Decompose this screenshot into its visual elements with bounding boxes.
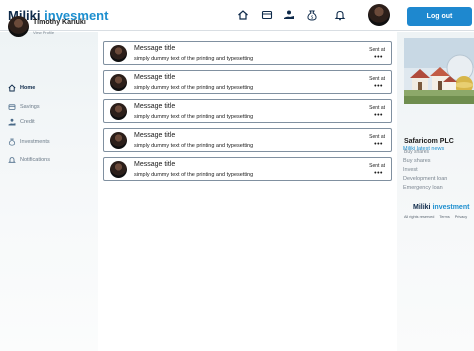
message-sent-at: Sent at [369, 134, 385, 140]
message-body: simply dummy text of the printing and ty… [134, 114, 254, 120]
message-sent-at: Sent at [369, 47, 385, 53]
message-title: Message title [134, 161, 176, 168]
sender-avatar [110, 161, 127, 178]
promo-title[interactable]: Safaricom PLC [404, 138, 454, 145]
more-options-icon[interactable]: ••• [374, 83, 383, 90]
savings-icon [8, 103, 16, 111]
more-options-icon[interactable]: ••• [374, 170, 383, 177]
notifications-icon [8, 156, 16, 164]
sidebar-item-label: Savings [20, 104, 40, 110]
money-bag-icon[interactable]: $ [306, 9, 318, 21]
investments-icon [8, 138, 16, 146]
sidebar-item-label: Home [20, 85, 36, 91]
message-card[interactable]: Message title simply dummy text of the p… [103, 128, 392, 152]
message-card[interactable]: Message title simply dummy text of the p… [103, 41, 392, 65]
more-options-icon[interactable]: ••• [374, 112, 383, 119]
message-sent-at: Sent at [369, 105, 385, 111]
message-body: simply dummy text of the printing and ty… [134, 143, 254, 149]
more-options-icon[interactable]: ••• [374, 141, 383, 148]
footer-logo-word-2: investment [432, 204, 470, 211]
sidebar-item-investments[interactable]: Investments [8, 137, 50, 147]
footer-links: All rights reserved Terms Privacy [404, 215, 467, 219]
profile-name: Timothy Kariuki [33, 19, 86, 26]
message-card[interactable]: Message title simply dummy text of the p… [103, 99, 392, 123]
news-heading-text: Miliki latest news [403, 146, 445, 152]
wallet-icon[interactable] [261, 9, 273, 21]
message-title: Message title [134, 74, 176, 81]
sidebar-item-notifications[interactable]: Notifications [8, 155, 50, 165]
news-item[interactable]: Emergency loan [403, 185, 443, 191]
message-title: Message title [134, 132, 176, 139]
sender-avatar [110, 74, 127, 91]
message-card[interactable]: Message title simply dummy text of the p… [103, 157, 392, 181]
view-profile-link[interactable]: View Profile [33, 30, 54, 35]
promo-image[interactable] [404, 38, 474, 104]
logout-button[interactable]: Log out [407, 7, 472, 26]
sidebar-item-label: Credit [20, 119, 35, 125]
user-avatar[interactable] [368, 4, 390, 26]
home-icon [8, 84, 16, 92]
message-title: Message title [134, 45, 176, 52]
footer-terms-link[interactable]: Terms [439, 215, 449, 219]
news-item[interactable]: Development loan [403, 176, 447, 182]
bell-icon[interactable] [334, 9, 346, 21]
sidebar-item-credit[interactable]: Credit [8, 117, 35, 127]
footer-logo-word-1: Miliki [413, 204, 431, 211]
footer-privacy-link[interactable]: Privacy [455, 215, 467, 219]
sidebar-item-label: Notifications [20, 157, 50, 163]
message-title: Message title [134, 103, 176, 110]
message-sent-at: Sent at [369, 76, 385, 82]
svg-text:$: $ [311, 15, 314, 21]
sender-avatar [110, 103, 127, 120]
coin-hand-icon[interactable] [283, 9, 295, 21]
message-card[interactable]: Message title simply dummy text of the p… [103, 70, 392, 94]
footer-rights: All rights reserved [404, 215, 435, 219]
footer-logo: Miliki investment [413, 204, 469, 211]
more-options-icon[interactable]: ••• [374, 54, 383, 61]
sender-avatar [110, 45, 127, 62]
news-item[interactable]: Invest [403, 167, 418, 173]
sidebar-item-savings[interactable]: Savings [8, 102, 40, 112]
home-icon[interactable] [237, 9, 249, 21]
profile-avatar[interactable] [8, 16, 29, 37]
news-item[interactable]: Buy shares [403, 158, 431, 164]
message-body: simply dummy text of the printing and ty… [134, 56, 254, 62]
left-sidebar [0, 32, 98, 351]
message-sent-at: Sent at [369, 163, 385, 169]
sidebar-item-home[interactable]: Home [8, 83, 35, 93]
sidebar-item-label: Investments [20, 139, 50, 145]
sender-avatar [110, 132, 127, 149]
credit-icon [8, 118, 16, 126]
message-body: simply dummy text of the printing and ty… [134, 85, 254, 91]
top-bar: Miliki invesment $ Log out [0, 0, 474, 31]
message-body: simply dummy text of the printing and ty… [134, 172, 254, 178]
